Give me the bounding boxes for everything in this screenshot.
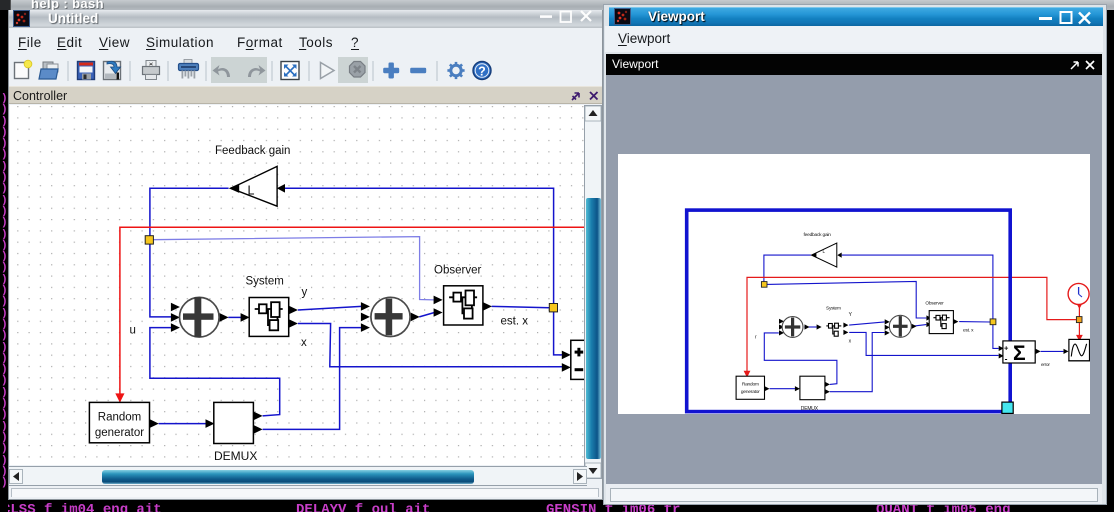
svg-text:DEMUX: DEMUX	[214, 449, 257, 463]
svg-text:Observer: Observer	[925, 300, 944, 306]
svg-text:x: x	[849, 339, 852, 345]
svg-text:?: ?	[478, 64, 486, 78]
svg-text:x: x	[301, 337, 307, 349]
svg-text:System: System	[246, 276, 284, 288]
svg-text:error: error	[1041, 362, 1050, 367]
svg-text:Random: Random	[742, 382, 759, 388]
svg-text:System: System	[826, 306, 841, 312]
svg-text:est. x: est. x	[963, 328, 974, 334]
svg-text:Σ: Σ	[1013, 342, 1026, 365]
svg-text:+: +	[1004, 343, 1009, 352]
svg-text:Feedback gain: Feedback gain	[215, 145, 290, 157]
svg-text:DEMUX: DEMUX	[801, 406, 819, 412]
svg-text:L: L	[248, 184, 255, 198]
svg-text:generator: generator	[95, 427, 144, 439]
svg-text:u: u	[130, 325, 136, 337]
svg-text:y: y	[302, 287, 308, 299]
svg-text:r: r	[755, 335, 757, 341]
svg-text:generator: generator	[741, 389, 760, 395]
svg-text:-: -	[1005, 353, 1008, 363]
svg-text:Observer: Observer	[434, 265, 481, 277]
svg-text:Y: Y	[849, 312, 853, 318]
svg-text:L: L	[823, 249, 826, 254]
svg-text:est. x: est. x	[501, 316, 529, 328]
svg-text:feedback gain: feedback gain	[804, 232, 832, 238]
svg-text:Random: Random	[98, 411, 141, 423]
